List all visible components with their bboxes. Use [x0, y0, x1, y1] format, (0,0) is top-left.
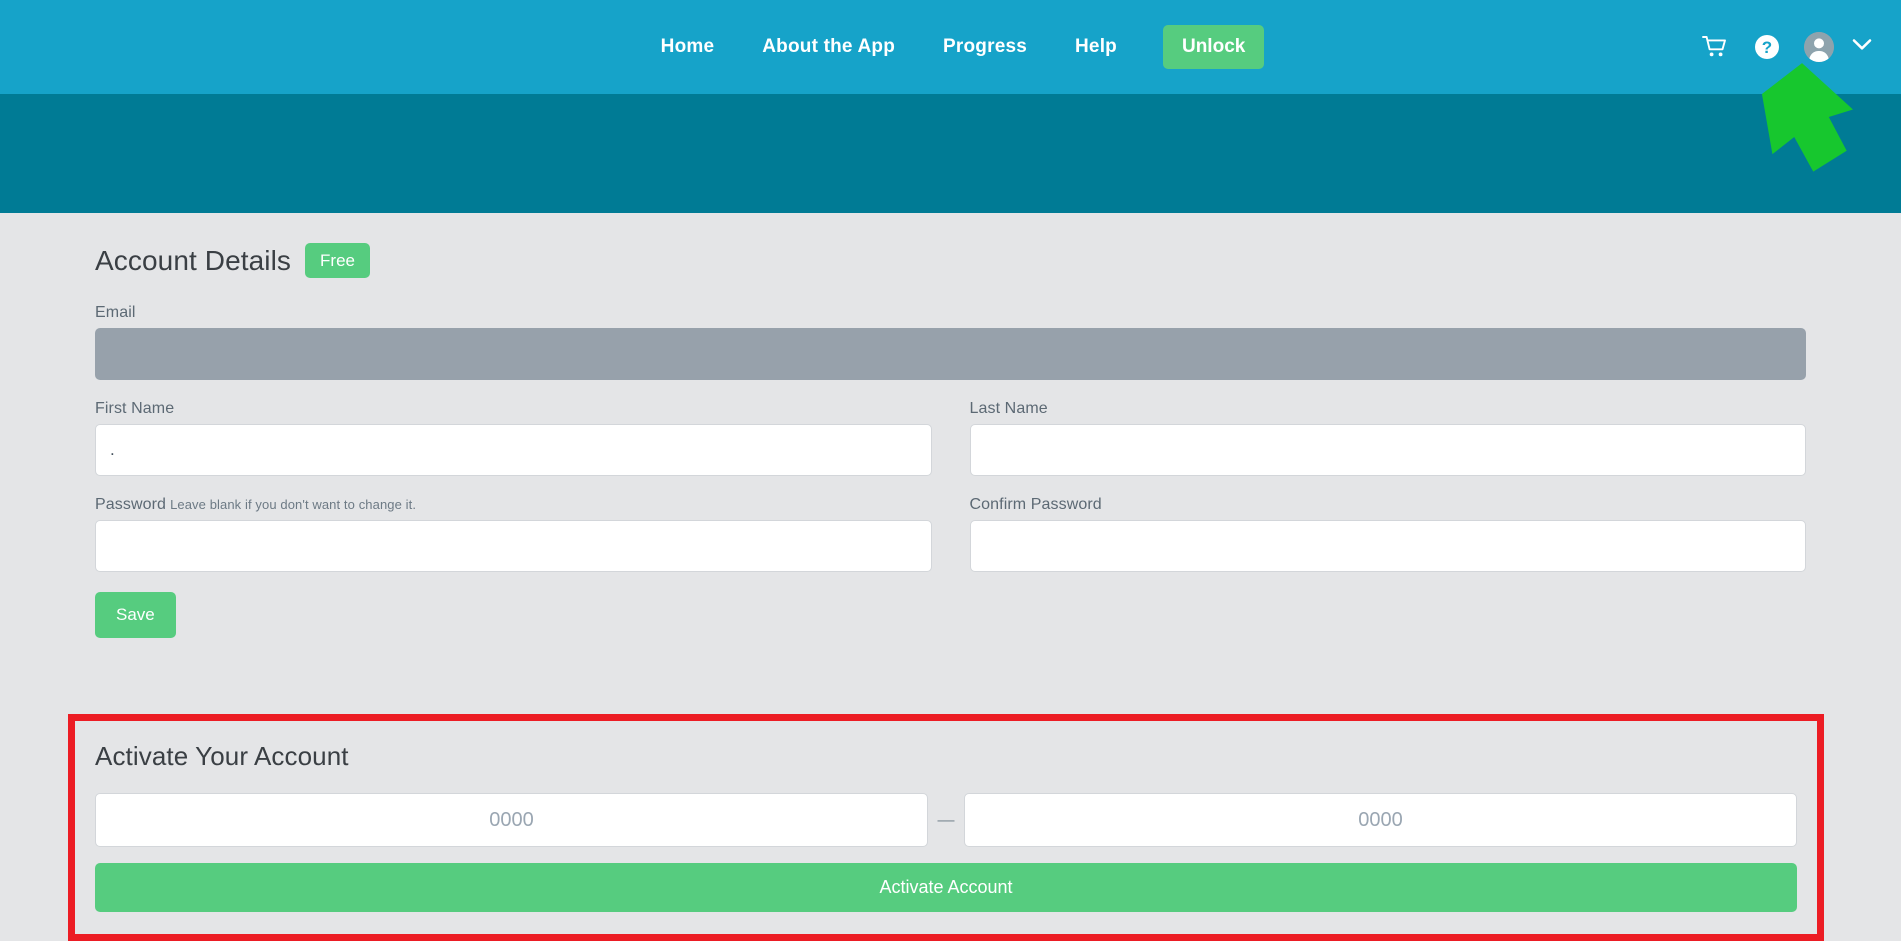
first-name-label: First Name [95, 400, 175, 417]
account-menu-button[interactable] [1793, 0, 1845, 94]
save-button[interactable]: Save [95, 592, 176, 638]
last-name-label: Last Name [969, 400, 1048, 417]
account-form-container: Account Details Free Email First Name La… [0, 213, 1901, 638]
nav-link-help[interactable]: Help [1051, 0, 1141, 94]
account-details-header: Account Details Free [95, 213, 1806, 278]
activate-account-button[interactable]: Activate Account [95, 863, 1797, 912]
activation-code-row: — [95, 793, 1797, 847]
first-name-field-group: First Name [95, 400, 932, 476]
password-field-group: Password Leave blank if you don't want to… [95, 496, 932, 572]
help-circle-icon: ? [1754, 34, 1780, 60]
nav-link-about-the-app[interactable]: About the App [738, 0, 919, 94]
svg-text:?: ? [1762, 38, 1772, 57]
primary-nav-links: Home About the App Progress Help Unlock [0, 0, 1901, 94]
cart-icon [1702, 35, 1728, 59]
password-input[interactable] [95, 520, 932, 572]
activation-code-part2-input[interactable] [964, 793, 1797, 847]
activate-account-inner: Activate Your Account — Activate Account [75, 721, 1817, 912]
password-label: Password Leave blank if you don't want to… [95, 496, 932, 514]
activation-code-part1-input[interactable] [95, 793, 928, 847]
chevron-down-icon [1852, 38, 1872, 56]
activate-account-panel: Activate Your Account — Activate Account [68, 714, 1824, 941]
account-menu-caret[interactable] [1845, 0, 1879, 94]
unlock-button[interactable]: Unlock [1162, 25, 1265, 69]
nav-utility-icons: ? [1689, 0, 1879, 94]
nav-link-progress[interactable]: Progress [919, 0, 1051, 94]
last-name-input[interactable] [969, 424, 1806, 476]
confirm-password-input[interactable] [969, 520, 1806, 572]
help-button[interactable]: ? [1741, 0, 1793, 94]
first-name-input[interactable] [95, 424, 932, 476]
top-navigation-bar: Home About the App Progress Help Unlock … [0, 0, 1901, 94]
name-fields-row: First Name Last Name [95, 400, 1806, 476]
email-field-group: Email [95, 304, 1806, 380]
password-fields-row: Password Leave blank if you don't want to… [95, 496, 1806, 572]
email-input [95, 328, 1806, 380]
confirm-password-field-group: Confirm Password [969, 496, 1806, 572]
last-name-field-group: Last Name [969, 400, 1806, 476]
page-title: Account Details [95, 244, 292, 276]
hero-banner [0, 94, 1901, 213]
activation-code-separator: — [937, 810, 955, 829]
confirm-password-label: Confirm Password [969, 496, 1102, 513]
user-avatar-icon [1804, 32, 1834, 62]
nav-link-home[interactable]: Home [637, 0, 739, 94]
password-label-text: Password [95, 496, 167, 513]
cart-button[interactable] [1689, 0, 1741, 94]
activate-account-title: Activate Your Account [95, 741, 349, 771]
email-label: Email [95, 304, 136, 321]
plan-badge: Free [305, 243, 371, 278]
password-hint: Leave blank if you don't want to change … [170, 497, 417, 512]
